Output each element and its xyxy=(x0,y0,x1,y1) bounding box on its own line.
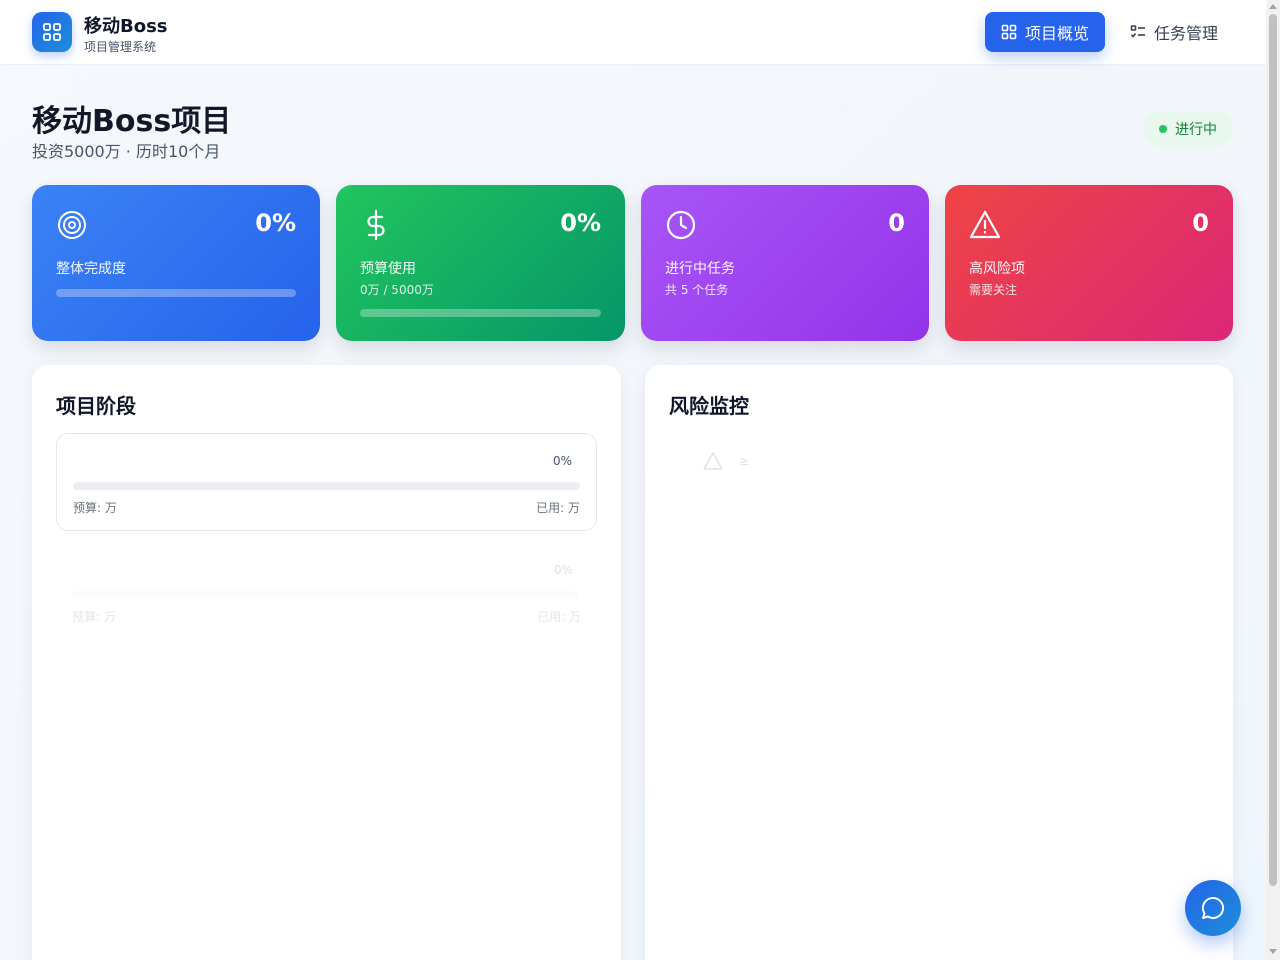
stat-label: 进行中任务 xyxy=(665,261,735,277)
top-header: 移动Boss 项目管理系统 项目概览 任务管理 xyxy=(0,0,1266,65)
panel-title: 风险监控 xyxy=(669,394,749,418)
phase-used: 已用: 万 xyxy=(537,610,581,624)
panel-title: 项目阶段 xyxy=(56,394,136,418)
total-tasks-note: 共 5 个任务 xyxy=(665,283,729,297)
phase-percent: 0% xyxy=(552,454,572,468)
scroll-thumb[interactable] xyxy=(1269,14,1277,886)
stat-card-high-risk: 0 高风险项 需要关注 xyxy=(945,185,1233,341)
clock-icon xyxy=(666,210,696,240)
phase-percent: 0% xyxy=(553,563,573,577)
grid-icon xyxy=(43,23,61,41)
alert-triangle-icon xyxy=(703,452,723,470)
budget-progress-bar xyxy=(360,309,601,317)
app-name: 移动Boss xyxy=(84,16,168,37)
scroll-down-arrow-icon[interactable] xyxy=(1269,949,1277,954)
risk-item[interactable]: ≥ xyxy=(703,451,749,471)
stat-card-budget: 0% 预算使用 0万 / 5000万 xyxy=(336,185,625,341)
stat-value: 0% xyxy=(255,209,296,237)
phase-progress-bar xyxy=(72,591,579,599)
phase-progress-bar xyxy=(73,482,580,490)
dollar-icon xyxy=(367,209,385,241)
chat-button[interactable] xyxy=(1185,880,1241,936)
page-scrollbar[interactable] xyxy=(1266,0,1280,960)
dashboard-icon xyxy=(1001,24,1017,40)
risk-level: ≥ xyxy=(739,454,750,468)
attention-note: 需要关注 xyxy=(969,283,1018,297)
chat-bubble-icon xyxy=(1201,896,1225,919)
status-badge: 进行中 xyxy=(1143,111,1233,147)
stat-value: 0% xyxy=(560,209,601,237)
phase-card[interactable]: 0% 预算: 万 已用: 万 xyxy=(56,433,597,531)
risk-monitor-panel: 风险监控 ≥ xyxy=(645,365,1233,960)
nav-label: 任务管理 xyxy=(1154,24,1219,43)
phase-used: 已用: 万 xyxy=(536,501,580,515)
target-icon xyxy=(58,211,86,239)
status-label: 进行中 xyxy=(1175,122,1217,138)
alert-triangle-icon xyxy=(969,210,1001,239)
nav-project-overview[interactable]: 项目概览 xyxy=(985,12,1105,52)
page-title: 移动Boss项目 xyxy=(32,104,232,139)
project-phases-panel: 项目阶段 0% 预算: 万 已用: 万 0% 预算: 万 已用: 万 xyxy=(32,365,621,960)
scroll-up-arrow-icon[interactable] xyxy=(1269,4,1277,9)
budget-usage-note: 0万 / 5000万 xyxy=(360,283,434,297)
phase-budget: 预算: 万 xyxy=(73,501,117,515)
stat-label: 整体完成度 xyxy=(56,261,126,277)
task-list-icon xyxy=(1130,25,1145,38)
nav-task-management[interactable]: 任务管理 xyxy=(1114,12,1234,52)
project-meta: 投资5000万 · 历时10个月 xyxy=(32,142,221,161)
stat-label: 高风险项 xyxy=(969,261,1025,277)
phase-budget: 预算: 万 xyxy=(72,610,116,624)
phase-card[interactable]: 0% 预算: 万 已用: 万 xyxy=(56,543,597,641)
completion-progress-bar xyxy=(56,289,296,297)
nav-label: 项目概览 xyxy=(1025,24,1090,43)
stat-label: 预算使用 xyxy=(360,261,416,277)
stat-card-active-tasks: 0 进行中任务 共 5 个任务 xyxy=(641,185,929,341)
stat-value: 0 xyxy=(888,209,905,237)
status-dot-icon xyxy=(1159,125,1167,133)
stat-card-completion: 0% 整体完成度 xyxy=(32,185,320,341)
app-subtitle: 项目管理系统 xyxy=(84,40,157,54)
stat-value: 0 xyxy=(1192,209,1209,237)
app-logo[interactable] xyxy=(32,12,72,52)
